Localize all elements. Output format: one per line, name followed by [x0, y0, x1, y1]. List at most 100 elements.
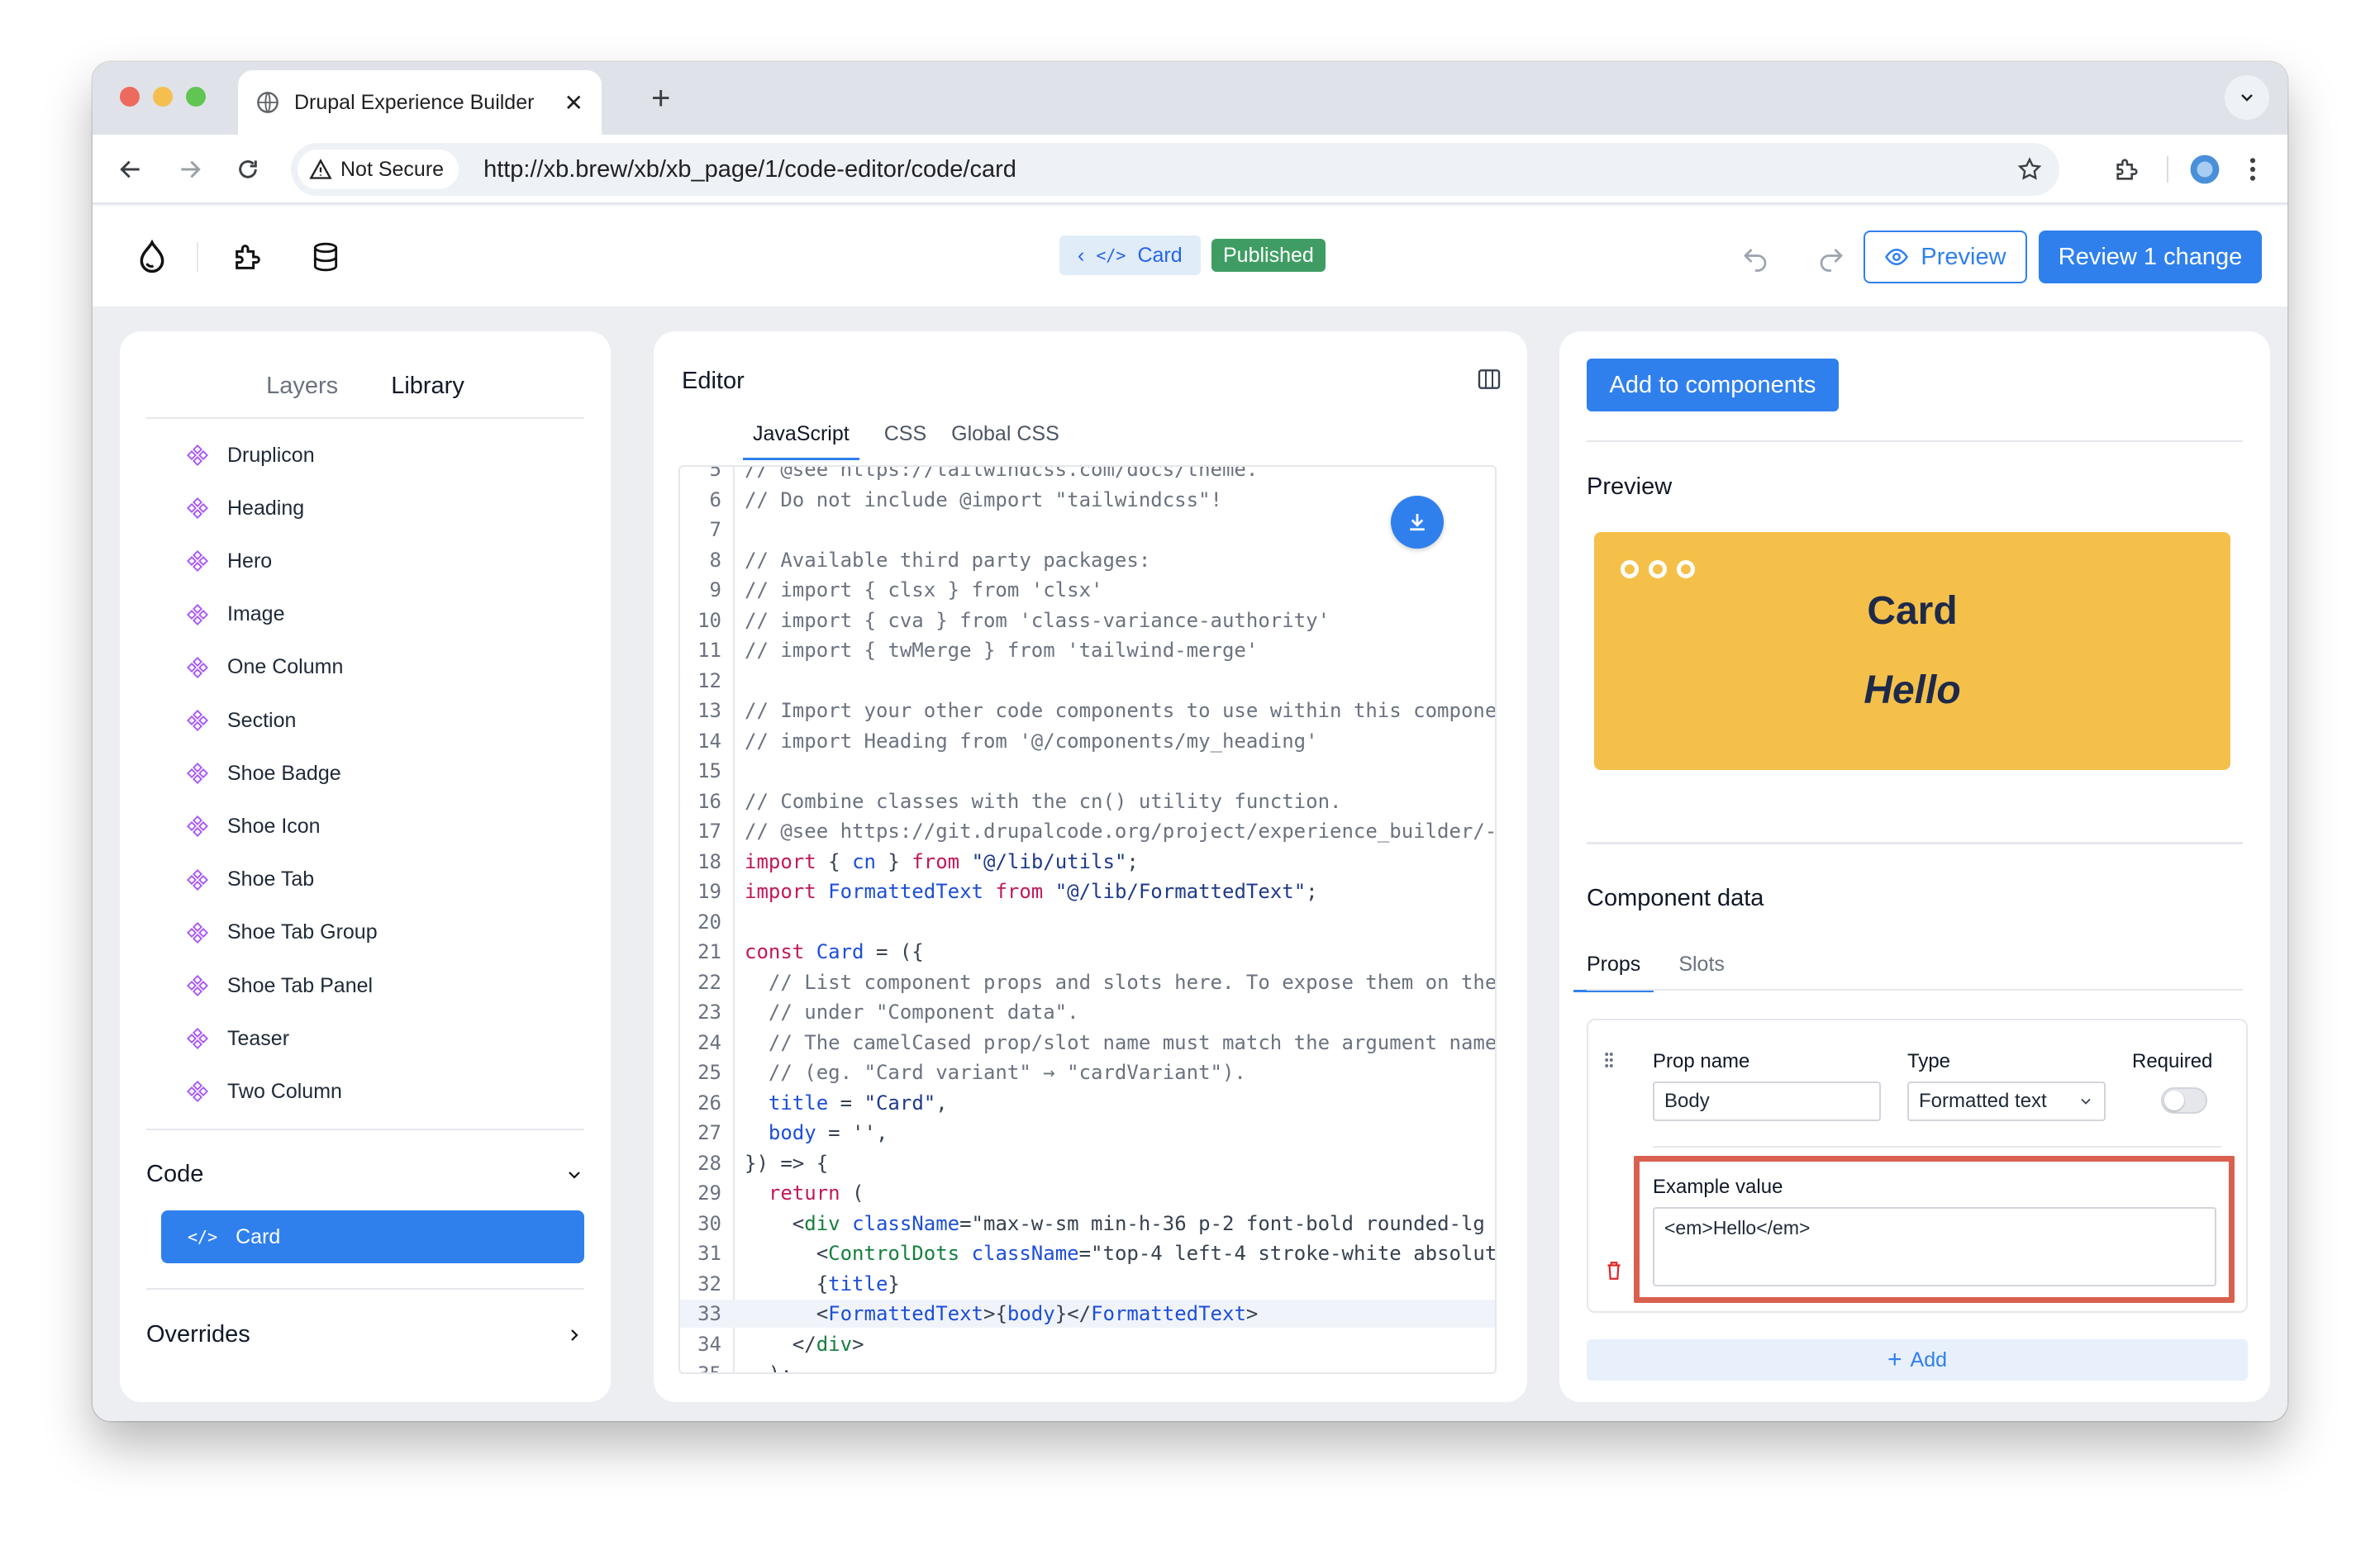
code-line[interactable]: 26 title = "Card", — [680, 1089, 1495, 1117]
close-window-button[interactable] — [120, 87, 140, 107]
library-item[interactable]: One Column — [186, 641, 343, 694]
drag-handle-icon[interactable] — [1603, 1050, 1615, 1074]
code-line[interactable]: 18 import { cn } from "@/lib/utils"; — [680, 848, 1495, 876]
library-item[interactable]: Shoe Icon — [186, 800, 321, 853]
extensions-button[interactable] — [2111, 153, 2144, 186]
data-button[interactable] — [307, 239, 344, 275]
library-item[interactable]: Teaser — [186, 1012, 289, 1065]
library-item[interactable]: Shoe Tab Group — [186, 906, 378, 959]
code-section-header[interactable]: Code — [146, 1161, 584, 1188]
security-indicator[interactable]: Not Secure — [298, 150, 459, 189]
tab-layers[interactable]: Layers — [266, 373, 338, 400]
close-tab-icon[interactable]: ✕ — [564, 89, 583, 116]
code-line[interactable]: 30 <div className="max-w-sm min-h-36 p-2… — [680, 1210, 1495, 1238]
star-icon[interactable] — [2016, 156, 2043, 183]
minimize-window-button[interactable] — [153, 87, 173, 107]
code-line[interactable]: 35 ); — [680, 1360, 1495, 1372]
library-item[interactable]: Section — [186, 694, 296, 747]
code-line[interactable]: 14 // import Heading from '@/components/m… — [680, 727, 1495, 755]
component-icon — [187, 710, 208, 731]
code-line[interactable]: 25 // (eg. "Card variant" → "cardVariant… — [680, 1058, 1495, 1086]
reload-button[interactable] — [230, 151, 266, 188]
code-line[interactable]: 13 // Import your other code components t… — [680, 696, 1495, 725]
back-button[interactable] — [112, 151, 149, 188]
code-line[interactable]: 10 // import { cva } from 'class-variance… — [680, 606, 1495, 635]
code-text: // import { cva } from 'class-variance-a… — [745, 608, 1330, 632]
delete-prop-button[interactable] — [1605, 1260, 1623, 1286]
drupal-logo[interactable] — [134, 239, 170, 275]
code-line[interactable]: 23 // under "Component data". — [680, 998, 1495, 1026]
maximize-window-button[interactable] — [186, 87, 206, 107]
add-prop-button[interactable]: + Add — [1587, 1339, 2248, 1381]
code-line[interactable]: 21 const Card = ({ — [680, 938, 1495, 966]
url-text[interactable]: http://xb.brew/xb/xb_page/1/code-editor/… — [483, 156, 2016, 183]
code-line[interactable]: 17 // @see https://git.drupalcode.org/pro… — [680, 817, 1495, 845]
line-number: 10 — [697, 608, 721, 632]
tab-props[interactable]: Props — [1573, 953, 1654, 992]
example-value-input[interactable]: <em>Hello</em> — [1653, 1207, 2216, 1286]
prop-name-input[interactable]: Body — [1653, 1082, 1881, 1121]
code-line[interactable]: 5 // @see https://tailwindcss.com/docs/th… — [680, 467, 1495, 483]
chevron-down-icon — [2241, 94, 2253, 102]
code-line[interactable]: 32 {title} — [680, 1270, 1495, 1298]
code-line[interactable]: 20 — [680, 908, 1495, 936]
library-item[interactable]: Shoe Tab — [186, 853, 314, 906]
code-line[interactable]: 12 — [680, 667, 1495, 695]
library-item[interactable]: Shoe Tab Panel — [186, 959, 373, 1012]
overrides-section-header[interactable]: Overrides — [146, 1321, 584, 1348]
drop-icon — [140, 240, 164, 273]
code-line[interactable]: 28}) => { — [680, 1149, 1495, 1177]
line-number: 33 — [697, 1302, 721, 1325]
code-line[interactable]: 19 import FormattedText from "@/lib/Forma… — [680, 877, 1495, 906]
review-changes-button[interactable]: Review 1 change — [2039, 231, 2262, 283]
code-line[interactable]: 11 // import { twMerge } from 'tailwind-m… — [680, 636, 1495, 664]
code-text: // Do not include @import "tailwindcss"! — [745, 487, 1222, 511]
code-line[interactable]: 15 — [680, 757, 1495, 785]
tab-global-css[interactable]: Global CSS — [951, 422, 1059, 460]
library-item[interactable]: Druplicon — [186, 429, 315, 482]
browser-tab[interactable]: Drupal Experience Builder ✕ — [238, 70, 602, 135]
download-button[interactable] — [1391, 496, 1444, 549]
library-item[interactable]: Image — [186, 588, 284, 641]
tab-search-button[interactable] — [2225, 75, 2269, 120]
type-select[interactable]: Formatted text — [1907, 1082, 2106, 1121]
add-to-components-button[interactable]: Add to components — [1587, 359, 1839, 411]
code-line[interactable]: 24 // The camelCased prop/slot name must… — [680, 1029, 1495, 1057]
component-data-heading: Component data — [1587, 885, 1764, 911]
profile-avatar[interactable] — [2188, 153, 2221, 186]
tab-library[interactable]: Library — [391, 373, 464, 400]
card-preview: Card Hello — [1594, 532, 2230, 770]
forward-button[interactable] — [172, 151, 208, 188]
new-tab-button[interactable]: + — [651, 78, 670, 118]
tab-slots[interactable]: Slots — [1678, 953, 1725, 992]
code-line[interactable]: 8 // Available third party packages: — [680, 546, 1495, 574]
code-line[interactable]: 16 // Combine classes with the cn() utili… — [680, 787, 1495, 815]
preview-button[interactable]: Preview — [1864, 231, 2027, 283]
tab-javascript[interactable]: JavaScript — [743, 422, 859, 460]
code-line[interactable]: 29 return ( — [680, 1179, 1495, 1207]
redo-button[interactable] — [1813, 239, 1849, 275]
code-line[interactable]: 9 // import { clsx } from 'clsx' — [680, 576, 1495, 604]
library-item[interactable]: Two Column — [186, 1065, 342, 1118]
code-line[interactable]: 34 </div> — [680, 1330, 1495, 1358]
breadcrumb[interactable]: ‹ </> Card — [1059, 235, 1201, 275]
library-item[interactable]: Heading — [186, 482, 304, 535]
code-item-card[interactable]: </> Card — [161, 1210, 584, 1263]
code-line[interactable]: 6 // Do not include @import "tailwindcss"… — [680, 486, 1495, 514]
browser-menu-button[interactable] — [2236, 153, 2269, 186]
tab-css[interactable]: CSS — [884, 422, 926, 460]
required-toggle[interactable] — [2161, 1087, 2207, 1114]
code-editor[interactable]: 5 // @see https://tailwindcss.com/docs/th… — [678, 465, 1497, 1374]
undo-button[interactable] — [1737, 239, 1773, 275]
code-line[interactable]: 31 <ControlDots className="top-4 left-4 … — [680, 1239, 1495, 1267]
library-item[interactable]: Shoe Badge — [186, 747, 341, 800]
code-line[interactable]: 22 // List component props and slots her… — [680, 968, 1495, 996]
code-line[interactable]: 7 — [680, 516, 1495, 544]
code-line[interactable]: 27 body = '', — [680, 1119, 1495, 1147]
layout-toggle-button[interactable] — [1476, 366, 1502, 397]
address-bar[interactable]: Not Secure http://xb.brew/xb/xb_page/1/c… — [291, 143, 2059, 196]
library-item-label: Image — [227, 602, 285, 626]
library-item[interactable]: Hero — [186, 535, 272, 587]
components-button[interactable] — [230, 239, 266, 275]
code-line[interactable]: 33 <FormattedText>{body}</FormattedText> — [680, 1300, 1495, 1328]
